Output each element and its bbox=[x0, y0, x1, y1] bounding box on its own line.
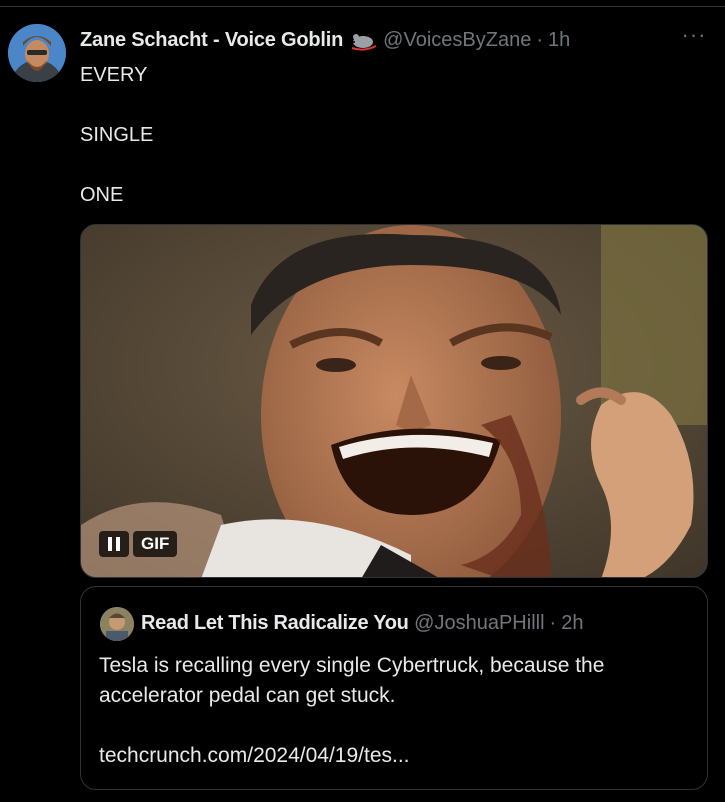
gif-controls: GIF bbox=[99, 531, 178, 557]
quoted-tweet-timestamp: 2h bbox=[561, 612, 584, 634]
quoted-tweet[interactable]: Read Let This Radicalize You @JoshuaPHil… bbox=[80, 586, 708, 790]
gif-badge: GIF bbox=[133, 531, 178, 557]
quoted-tweet-link[interactable]: techcrunch.com/2024/04/19/tes... bbox=[99, 741, 689, 771]
gif-media[interactable]: GIF bbox=[80, 224, 708, 578]
quoted-author-name: Read Let This Radicalize You bbox=[141, 612, 409, 634]
quoted-author-handle: @JoshuaPHilll bbox=[414, 612, 545, 634]
top-divider bbox=[0, 6, 725, 7]
tweet-header: Zane Schacht - Voice Goblin @VoicesByZan… bbox=[80, 27, 570, 53]
quoted-tweet-header: Read Let This Radicalize You @JoshuaPHil… bbox=[141, 609, 583, 637]
pause-icon[interactable] bbox=[99, 531, 129, 557]
more-options-button[interactable]: ··· bbox=[680, 24, 708, 53]
author-name[interactable]: Zane Schacht - Voice Goblin bbox=[80, 27, 343, 53]
quoted-tweet-body: Tesla is recalling every single Cybertru… bbox=[99, 654, 605, 707]
author-handle[interactable]: @VoicesByZane bbox=[383, 27, 531, 53]
author-avatar[interactable] bbox=[8, 24, 66, 82]
tweet-text-line: ONE bbox=[80, 184, 124, 206]
mouse-icon bbox=[349, 29, 379, 51]
quoted-tweet-text: Tesla is recalling every single Cybertru… bbox=[99, 651, 689, 771]
quoted-author-avatar bbox=[100, 607, 134, 641]
separator-dot: · bbox=[536, 29, 543, 51]
tweet-timestamp[interactable]: 1h bbox=[548, 27, 570, 53]
tweet-text-line: SINGLE bbox=[80, 124, 154, 146]
gif-frame-image bbox=[81, 225, 707, 577]
separator-dot: · bbox=[549, 612, 557, 634]
avatar-image bbox=[8, 24, 66, 82]
tweet-text: EVERY SINGLE ONE bbox=[80, 60, 153, 210]
tweet-text-line: EVERY bbox=[80, 64, 148, 86]
